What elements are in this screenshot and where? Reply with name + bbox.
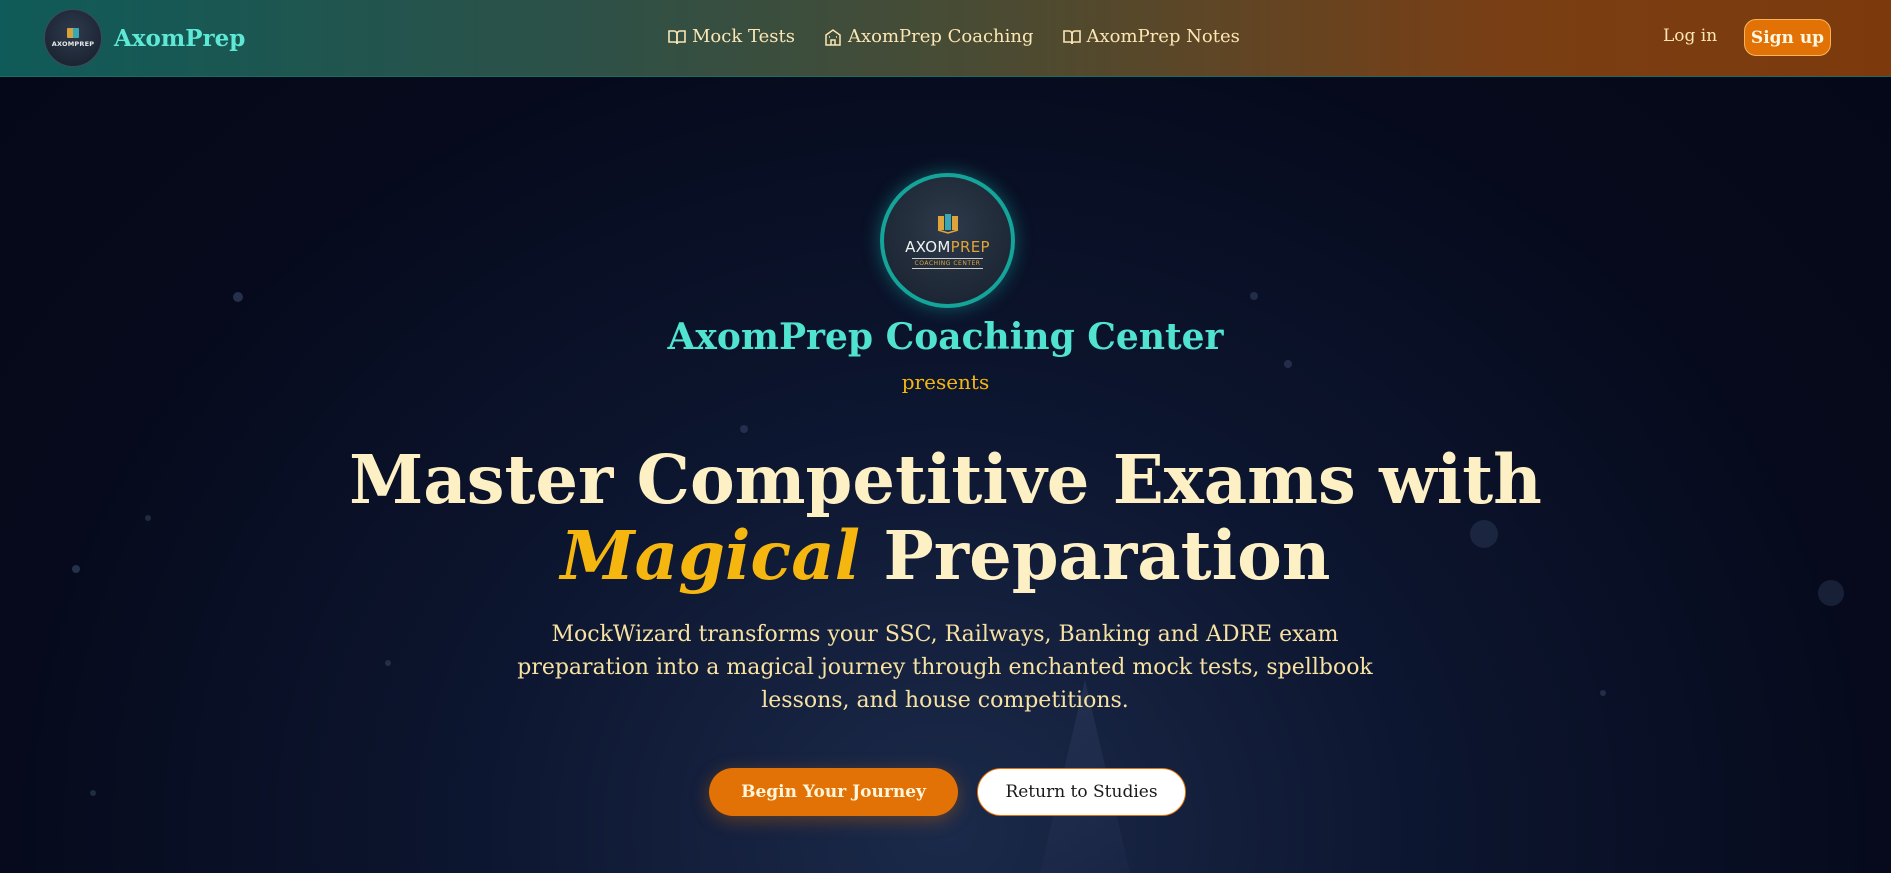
begin-journey-button[interactable]: Begin Your Journey: [709, 768, 958, 816]
hero-logo: AXOMPREP COACHING CENTER: [880, 173, 1015, 308]
background-star: [90, 790, 96, 796]
signup-button[interactable]: Sign up: [1744, 19, 1831, 56]
brand-logo: AXOMPREP: [44, 9, 102, 67]
building-icon: [825, 28, 841, 46]
top-navbar: AXOMPREP AxomPrep Mock Tests AxomPrep Co…: [0, 0, 1891, 77]
book-open-icon: [668, 29, 686, 44]
nav-link-label: AxomPrep Notes: [1086, 26, 1240, 47]
hero-logo-subtitle: COACHING CENTER: [911, 258, 984, 269]
background-star: [385, 660, 391, 666]
logo-mark-icon: [937, 214, 958, 234]
brand[interactable]: AXOMPREP AxomPrep: [44, 9, 245, 67]
background-star: [1250, 292, 1258, 300]
background-star: [1284, 360, 1292, 368]
login-link[interactable]: Log in: [1663, 26, 1717, 46]
brand-name[interactable]: AxomPrep: [114, 25, 245, 52]
brand-logo-text: AXOMPREP: [51, 40, 95, 48]
nav-link-notes[interactable]: AxomPrep Notes: [1062, 26, 1240, 47]
return-to-studies-button[interactable]: Return to Studies: [977, 768, 1186, 816]
headline-line-2: Magical Preparation: [0, 518, 1891, 594]
presents-text: presents: [901, 370, 990, 394]
hero-headline: Master Competitive Exams with Magical Pr…: [0, 442, 1891, 594]
background-star: [740, 425, 748, 433]
headline-magic-word: Magical: [560, 516, 861, 595]
logo-mark-icon: [67, 28, 79, 38]
coaching-center-title: AxomPrep Coaching Center: [667, 316, 1224, 358]
background-star: [1600, 690, 1606, 696]
nav-link-coaching[interactable]: AxomPrep Coaching: [824, 26, 1034, 47]
background-star: [233, 292, 243, 302]
hero-logo-title-b: PREP: [950, 238, 990, 256]
hero-subtitle: MockWizard transforms your SSC, Railways…: [517, 622, 1373, 713]
headline-line-2-rest: Preparation: [860, 516, 1331, 595]
nav-link-label: Mock Tests: [692, 26, 795, 47]
headline-line-1: Master Competitive Exams with: [349, 440, 1542, 519]
hero-logo-title-a: AXOM: [905, 238, 951, 256]
nav-link-label: AxomPrep Coaching: [847, 26, 1034, 47]
nav-links: Mock Tests AxomPrep Coaching AxomPrep No…: [668, 26, 1240, 47]
hero-logo-title: AXOMPREP: [905, 238, 990, 256]
nav-link-mock-tests[interactable]: Mock Tests: [668, 26, 795, 47]
book-open-icon: [1062, 29, 1081, 44]
